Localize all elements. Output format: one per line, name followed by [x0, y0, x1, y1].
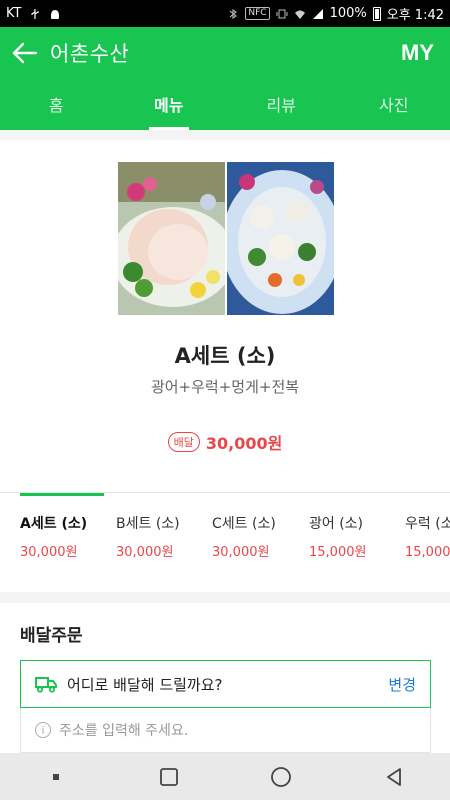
carrier-label: KT: [6, 6, 22, 21]
battery-percent: 100%: [329, 6, 367, 21]
menu-item-name: B세트 (소): [116, 516, 180, 532]
menu-item[interactable]: A세트 (소) 30,000원: [20, 513, 116, 560]
tab-bar: 홈 메뉴 리뷰 사진: [0, 78, 450, 130]
circle-icon: [271, 766, 292, 787]
tab-menu[interactable]: 메뉴: [113, 78, 226, 130]
app-bar: 어촌수산 MY: [0, 27, 450, 78]
address-hint-text: 주소를 입력해 주세요.: [59, 723, 189, 739]
change-address-button[interactable]: 변경: [388, 674, 416, 695]
menu-item[interactable]: 우럭 (소) 15,000원: [405, 513, 450, 560]
status-bar: KT NFC 100% 오후 1:42: [0, 0, 450, 27]
address-selector[interactable]: 어디로 배달해 드릴까요? 변경: [20, 660, 431, 708]
section-title: 배달주문: [20, 626, 83, 646]
menu-item-price: 30,000원: [116, 545, 174, 560]
square-icon: [159, 767, 178, 786]
product-photos: [118, 162, 334, 315]
menu-item-name: C세트 (소): [212, 516, 276, 532]
system-nav-bar: [0, 753, 450, 800]
bluetooth-icon: [230, 8, 238, 19]
back-button[interactable]: [0, 27, 50, 78]
menu-selected-indicator: [20, 493, 104, 496]
product-photo-2[interactable]: [227, 162, 334, 315]
signal-icon: [312, 8, 323, 19]
menu-item-price: 15,000원: [309, 545, 367, 560]
menu-item[interactable]: B세트 (소) 30,000원: [116, 513, 212, 560]
delivery-section: 배달주문 어디로 배달해 드릴까요? 변경 i 주소를 입력해 주세요.: [0, 603, 450, 753]
menu-item-name: 광어 (소): [309, 516, 364, 532]
recent-apps-button[interactable]: [149, 757, 189, 797]
tab-reviews[interactable]: 리뷰: [225, 78, 338, 130]
page-title: 어촌수산: [50, 41, 130, 66]
wifi-icon: [294, 10, 305, 19]
product-price: 30,000원: [205, 434, 283, 453]
info-icon: i: [35, 722, 51, 738]
nfc-icon: NFC: [245, 7, 270, 20]
usb-icon: [31, 8, 40, 19]
clock: 오후 1:42: [386, 8, 444, 23]
menu-item[interactable]: C세트 (소) 30,000원: [212, 513, 308, 560]
menu-item-price: 30,000원: [20, 545, 78, 560]
menu-dot-button[interactable]: [36, 757, 76, 797]
product-photo-1[interactable]: [118, 162, 225, 315]
dot-icon: [53, 773, 60, 780]
menu-item-price: 15,000원: [405, 545, 450, 560]
delivery-badge: 배달: [167, 432, 200, 452]
tab-home[interactable]: 홈: [0, 78, 113, 130]
menu-carousel[interactable]: A세트 (소) 30,000원 B세트 (소) 30,000원 C세트 (소) …: [0, 492, 450, 592]
menu-item-price: 30,000원: [212, 545, 270, 560]
vibrate-icon: [276, 9, 288, 18]
battery-icon: [372, 6, 381, 21]
home-button[interactable]: [261, 757, 301, 797]
arrow-left-icon: [12, 42, 38, 63]
product-name: A세트 (소): [174, 344, 276, 368]
menu-item[interactable]: 광어 (소) 15,000원: [309, 513, 405, 560]
delivery-truck-icon: [35, 677, 57, 693]
my-button[interactable]: MY: [401, 40, 434, 66]
price-row: 배달 30,000원: [0, 430, 450, 454]
tab-photos[interactable]: 사진: [338, 78, 450, 130]
product-description: 광어+우럭+멍게+전복: [150, 378, 300, 396]
android-icon: [51, 9, 60, 19]
address-question: 어디로 배달해 드릴까요?: [67, 675, 223, 694]
menu-item-name: 우럭 (소): [405, 516, 450, 532]
menu-item-name: A세트 (소): [20, 516, 88, 532]
address-hint[interactable]: i 주소를 입력해 주세요.: [20, 708, 431, 753]
triangle-back-icon: [386, 767, 401, 786]
back-nav-button[interactable]: [374, 757, 414, 797]
